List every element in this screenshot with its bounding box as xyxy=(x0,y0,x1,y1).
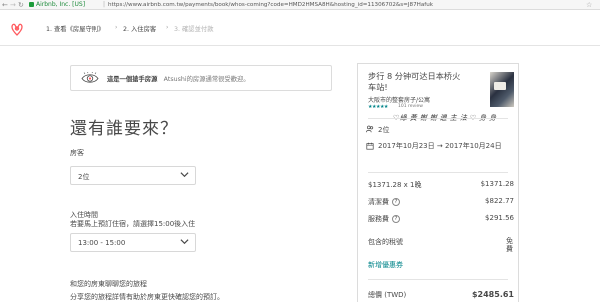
guests-label: 房客 xyxy=(70,149,84,157)
guests-select[interactable]: 2位 xyxy=(70,166,196,185)
cleaning-fee-value: $822.77 xyxy=(485,197,514,205)
cleaning-fee-row: 清潔費? $822.77 xyxy=(368,197,514,207)
calendar-icon xyxy=(366,142,374,150)
add-coupon-link[interactable]: 新增優惠券 xyxy=(368,260,403,270)
card-divider xyxy=(368,172,508,173)
tax-label: 包含的稅號 xyxy=(368,238,403,246)
reload-icon[interactable]: ↻ xyxy=(18,0,24,10)
card-divider xyxy=(368,118,508,119)
summary-dates: 2017年10月23日 → 2017年10月24日 xyxy=(378,142,502,150)
nightly-price-label: $1371.28 x 1晚 xyxy=(368,181,422,189)
back-arrow-icon[interactable]: ← xyxy=(2,0,8,10)
service-fee-row: 服務費? $291.56 xyxy=(368,214,514,224)
listing-title[interactable]: 步行 8 分钟可达日本桥火车站! xyxy=(368,71,468,93)
site-identity[interactable]: Airbnb, Inc. [US] xyxy=(36,0,85,10)
chevron-down-icon xyxy=(180,172,189,178)
step-confirm-pay: 3. 確認並付款 xyxy=(174,26,214,33)
step-guests[interactable]: 2. 入住房客 xyxy=(123,24,156,33)
browser-address-bar: ← → ↻ Airbnb, Inc. [US] | https://www.ai… xyxy=(0,0,600,10)
listing-photo[interactable] xyxy=(490,72,514,107)
forward-arrow-icon[interactable]: → xyxy=(10,0,16,10)
help-question-icon[interactable]: ? xyxy=(392,215,400,223)
nightly-price-value: $1371.28 xyxy=(480,180,514,188)
checkin-time-hint: 若要馬上預訂住宿，請選擇15:00後入住 xyxy=(70,220,196,228)
message-host-hint: 分享您的旅程詳情有助於房東更快確認您的預訂。 xyxy=(70,293,224,301)
rating-stars: ★★★★★ xyxy=(368,104,388,110)
checkin-time-select[interactable]: 13:00 - 15:00 xyxy=(70,233,196,252)
card-divider xyxy=(368,279,508,280)
total-value: $2485.61 xyxy=(471,290,514,299)
eye-icon xyxy=(81,72,99,83)
tax-row: 包含的稅號 免費 xyxy=(368,237,514,253)
notice-bold: 這是一個搶手房源 xyxy=(107,76,158,83)
summary-guests: 2位 xyxy=(378,126,390,134)
total-row: 總價 (TWD) $2485.61 xyxy=(368,290,514,300)
airbnb-logo-icon[interactable] xyxy=(11,22,23,36)
listing-subtitle: 大阪市的整套房子/公寓 xyxy=(368,97,431,104)
guests-icon xyxy=(366,125,374,133)
service-fee-label: 服務費 xyxy=(368,215,389,223)
page-title: 還有誰要來？ xyxy=(70,119,178,139)
bookmark-star-icon[interactable]: ☆ xyxy=(586,0,592,10)
tax-value: 免費 xyxy=(506,237,513,253)
checkin-time-value: 13:00 - 15:00 xyxy=(78,239,126,247)
total-label: 總價 (TWD) xyxy=(368,291,407,299)
notice-rest: Atsushi的房源通常很受歡迎。 xyxy=(163,76,250,83)
cleaning-fee-label: 清潔費 xyxy=(368,198,389,206)
chevron-down-icon xyxy=(180,239,189,245)
review-count: 101 review xyxy=(398,104,423,109)
header-divider xyxy=(0,45,600,46)
chevron-right-icon: › xyxy=(166,24,169,31)
lock-icon xyxy=(29,2,34,7)
url-input[interactable]: https://www.airbnb.com.tw/payments/book/… xyxy=(108,0,548,10)
message-host-label: 和您的房東聊聊您的旅程 xyxy=(70,280,147,288)
nightly-price-row: $1371.28 x 1晚 $1371.28 xyxy=(368,180,514,190)
chevron-right-icon: › xyxy=(115,24,118,31)
url-separator: | xyxy=(103,1,106,8)
step-rules[interactable]: 1. 查看《房屋守則》 xyxy=(46,24,104,33)
notice-text: 這是一個搶手房源 Atsushi的房源通常很受歡迎。 xyxy=(107,74,250,83)
popular-listing-notice: 這是一個搶手房源 Atsushi的房源通常很受歡迎。 xyxy=(70,65,332,91)
service-fee-value: $291.56 xyxy=(485,214,514,222)
guests-select-value: 2位 xyxy=(78,173,90,181)
help-question-icon[interactable]: ? xyxy=(392,198,400,206)
